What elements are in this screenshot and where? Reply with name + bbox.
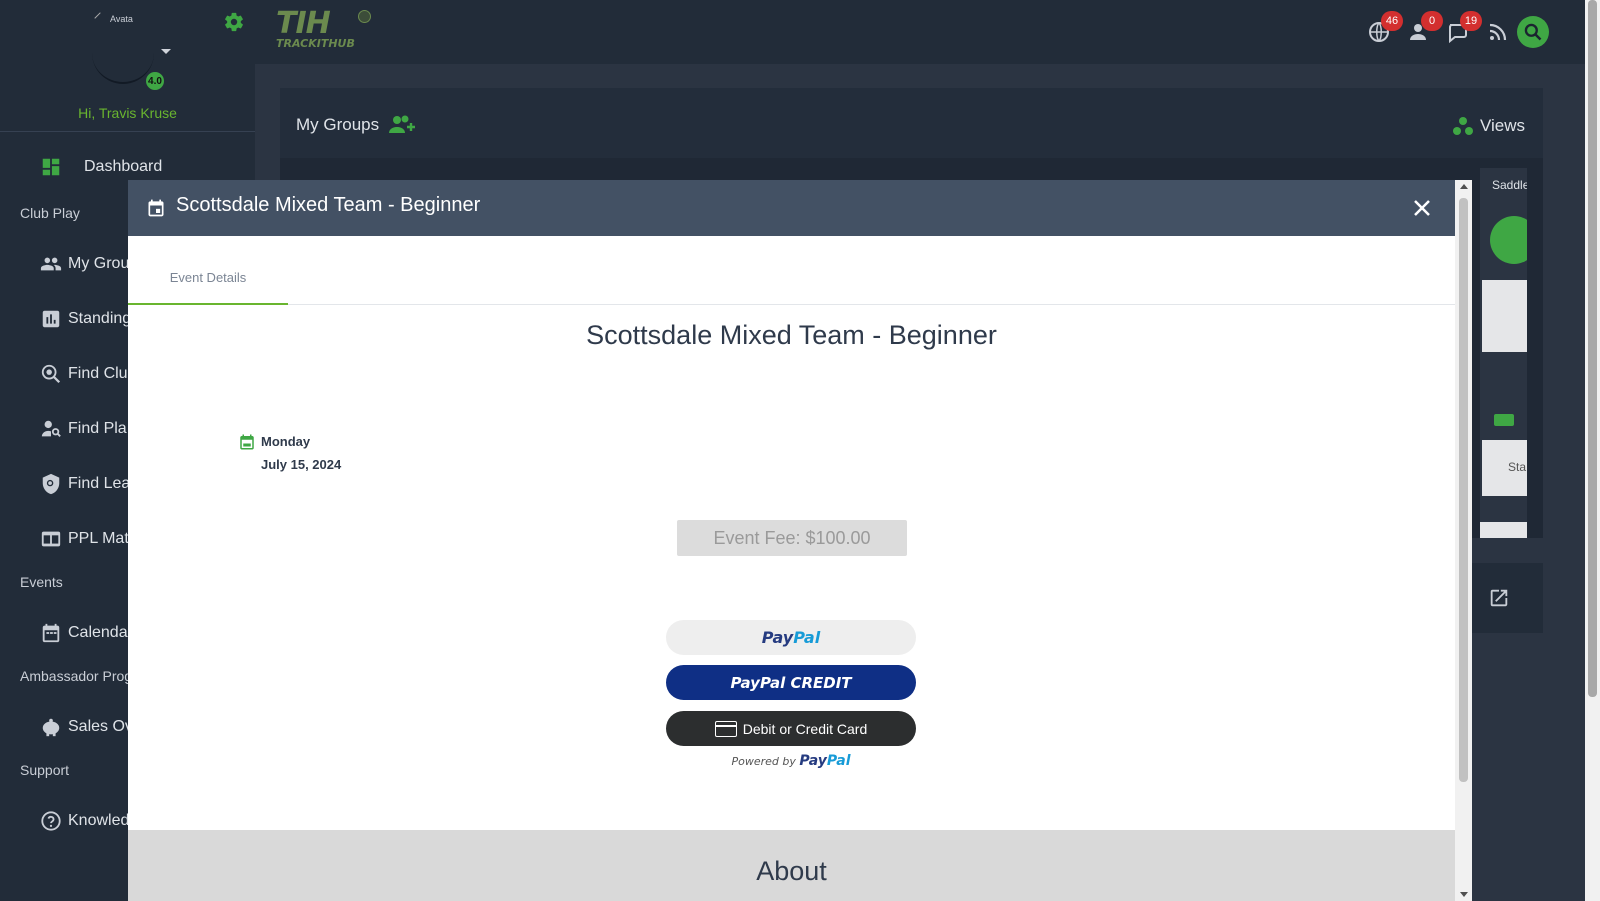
group-card-footer: Sta bbox=[1482, 440, 1527, 496]
search-globe-icon bbox=[41, 364, 61, 384]
about-heading: About bbox=[756, 856, 827, 886]
modal-header: Scottsdale Mixed Team - Beginner bbox=[128, 180, 1455, 236]
section-support: Support bbox=[20, 762, 70, 778]
tag-icon bbox=[1494, 414, 1514, 426]
person-search-icon bbox=[41, 420, 61, 437]
sidebar-item-standings[interactable]: Standing bbox=[40, 308, 131, 330]
views-toggle[interactable]: Views bbox=[1452, 116, 1525, 136]
avatar-alt-text: Avata bbox=[94, 12, 133, 24]
debit-credit-card-button[interactable]: Debit or Credit Card bbox=[666, 711, 916, 746]
user-badge: 0 bbox=[1421, 11, 1443, 31]
group-avatar bbox=[1490, 216, 1527, 264]
event-fee-button[interactable]: Event Fee: $100.00 bbox=[677, 520, 907, 556]
scoreboard-icon bbox=[41, 531, 61, 547]
trackithub-logo[interactable]: TIH TRACKITHUB bbox=[276, 6, 371, 50]
gear-icon[interactable] bbox=[223, 11, 245, 33]
help-icon bbox=[41, 811, 61, 831]
sidebar-item-dashboard[interactable]: Dashboard bbox=[40, 156, 162, 178]
my-groups-header bbox=[280, 88, 1543, 158]
event-heading: Scottsdale Mixed Team - Beginner bbox=[586, 320, 997, 350]
sidebar-item-label: PPL Mat bbox=[68, 530, 129, 547]
sidebar-item-label: Standing bbox=[68, 310, 132, 327]
pickleball-icon bbox=[358, 10, 371, 23]
sidebar-item-label: Find Lea bbox=[68, 475, 131, 492]
search-button[interactable] bbox=[1517, 16, 1549, 48]
sidebar-item-my-groups[interactable]: My Grou bbox=[40, 253, 129, 275]
piggy-bank-icon bbox=[42, 718, 60, 737]
event-modal: Scottsdale Mixed Team - Beginner Event D… bbox=[128, 180, 1455, 901]
search-icon bbox=[1524, 23, 1542, 41]
sidebar-item-label: My Grou bbox=[68, 255, 130, 272]
section-club-play: Club Play bbox=[20, 205, 80, 221]
sidebar-item-label: Calenda bbox=[68, 624, 128, 641]
my-groups-title: My Groups bbox=[296, 113, 419, 137]
profile-dropdown-icon[interactable] bbox=[161, 49, 171, 54]
rating-badge: 4.0 bbox=[144, 70, 166, 92]
sidebar-item-find-leagues[interactable]: Find Lea bbox=[40, 473, 130, 495]
modal-tabs: Event Details bbox=[128, 236, 1455, 305]
group-card-body bbox=[1482, 280, 1527, 352]
close-icon[interactable] bbox=[1412, 198, 1432, 218]
sidebar-item-label: Sales Ov bbox=[68, 718, 133, 735]
sidebar-item-calendar[interactable]: Calenda bbox=[40, 622, 128, 644]
section-ambassador: Ambassador Prog bbox=[20, 668, 133, 684]
scroll-up-icon[interactable] bbox=[1460, 184, 1468, 189]
paypal-button[interactable]: Pay Pal bbox=[666, 620, 916, 655]
sidebar-item-find-players[interactable]: Find Pla bbox=[40, 418, 127, 440]
top-bar: TIH TRACKITHUB 46 0 19 bbox=[255, 0, 1585, 64]
modal-scrollbar[interactable] bbox=[1455, 180, 1472, 901]
profile-panel: Avata 4.0 Hi, Travis Kruse bbox=[0, 0, 255, 132]
views-icon bbox=[1453, 117, 1473, 135]
greeting-text: Hi, Travis Kruse bbox=[78, 105, 177, 121]
credit-card-icon bbox=[714, 720, 737, 737]
sidebar-item-sales[interactable]: Sales Ov bbox=[40, 716, 133, 738]
sidebar-item-label: Knowled bbox=[68, 812, 130, 829]
event-date: July 15, 2024 bbox=[261, 457, 342, 472]
external-link-icon[interactable] bbox=[1488, 587, 1510, 609]
date-calendar-icon bbox=[240, 434, 254, 450]
event-day: Monday bbox=[261, 434, 311, 449]
shield-search-icon bbox=[42, 473, 60, 495]
section-events: Events bbox=[20, 574, 63, 590]
scroll-down-icon[interactable] bbox=[1460, 892, 1468, 897]
tab-event-details[interactable]: Event Details bbox=[128, 236, 288, 305]
sidebar-item-knowledge[interactable]: Knowled bbox=[40, 810, 129, 832]
sidebar-item-label: Dashboard bbox=[84, 158, 163, 175]
globe-badge: 46 bbox=[1381, 11, 1403, 31]
groups-icon bbox=[40, 257, 62, 271]
sidebar-item-ppl-matches[interactable]: PPL Mat bbox=[40, 528, 129, 550]
bar-chart-icon bbox=[42, 310, 60, 328]
paypal-credit-button[interactable]: PayPal CREDIT bbox=[666, 665, 916, 700]
modal-title: Scottsdale Mixed Team - Beginner bbox=[176, 194, 481, 216]
chat-badge: 19 bbox=[1460, 11, 1482, 31]
add-group-icon[interactable] bbox=[387, 113, 419, 137]
rss-icon[interactable] bbox=[1486, 20, 1510, 44]
sidebar-item-label: Find Pla bbox=[68, 420, 127, 437]
sidebar-item-label: Find Clu bbox=[68, 365, 128, 382]
calendar-icon bbox=[42, 623, 60, 643]
page-scrollbar[interactable] bbox=[1585, 0, 1600, 901]
dashboard-icon bbox=[42, 158, 60, 176]
group-card-partial: Saddle Sta bbox=[1480, 168, 1527, 538]
event-calendar-icon bbox=[148, 199, 164, 217]
powered-by-paypal: Powered by PayPal bbox=[731, 753, 851, 769]
sidebar-item-find-clubs[interactable]: Find Clu bbox=[40, 363, 128, 385]
secondary-card bbox=[1470, 563, 1543, 633]
